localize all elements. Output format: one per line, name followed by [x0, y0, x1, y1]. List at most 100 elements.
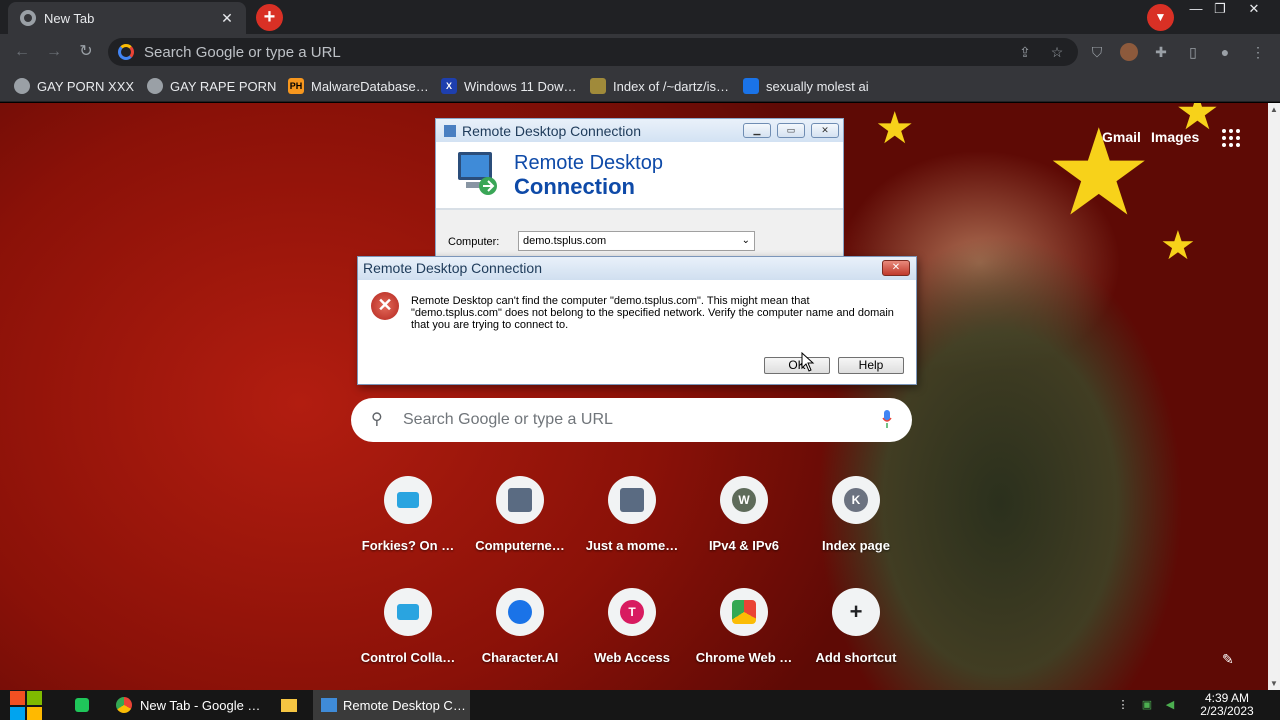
bookmark-label: GAY PORN XXX	[37, 78, 135, 94]
shortcut-tile[interactable]: K Index page	[800, 476, 912, 588]
shortcut-tile[interactable]: Forkies? On …	[352, 476, 464, 588]
taskbar-file-explorer[interactable]	[273, 690, 305, 720]
rdc-form: Computer: demo.tsplus.com ⌄	[436, 210, 843, 258]
x-icon: X	[441, 78, 457, 94]
shortcut-icon-circle	[720, 588, 768, 636]
mouse-cursor-icon	[801, 352, 815, 372]
help-button[interactable]: Help	[838, 357, 904, 374]
shortcut-tile[interactable]: Control Colla…	[352, 588, 464, 690]
error-dialog-close-button[interactable]: ✕	[882, 260, 910, 276]
shortcut-label: Character.AI	[481, 650, 559, 665]
bookmark-star-icon[interactable]: ☆	[1048, 43, 1066, 61]
taskbar-chrome[interactable]: New Tab - Google …	[108, 690, 265, 720]
taskbar-remote-desktop[interactable]: Remote Desktop C…	[313, 690, 470, 720]
share-icon[interactable]: ⇪	[1016, 43, 1034, 61]
gmail-link[interactable]: Gmail	[1102, 129, 1141, 145]
taskbar-clock[interactable]: 4:39 AM 2/23/2023	[1194, 692, 1260, 718]
rdc-maximize-button[interactable]: ▭	[777, 123, 805, 138]
shortcut-icon-circle	[608, 476, 656, 524]
address-input[interactable]	[144, 43, 1004, 61]
bookmark-item[interactable]: Index of /~dartz/is…	[590, 76, 729, 96]
add-icon: +	[849, 599, 863, 624]
search-input[interactable]	[403, 411, 863, 429]
computer-value: demo.tsplus.com	[523, 235, 607, 247]
chrome-icon	[116, 697, 132, 713]
shortcut-icon-circle	[384, 476, 432, 524]
rdc-banner: Remote Desktop Connection	[436, 142, 843, 210]
profile-icon[interactable]: ●	[1216, 43, 1234, 61]
tab-title: New Tab	[44, 10, 95, 26]
chevron-down-icon: ⌄	[741, 235, 750, 246]
tray-overflow-icon[interactable]: ⋮	[1116, 698, 1130, 712]
chat-app-icon[interactable]	[66, 690, 98, 720]
microphone-icon[interactable]	[882, 410, 892, 428]
tab-search-chevron-icon[interactable]: ▼	[1147, 4, 1174, 31]
address-bar[interactable]	[108, 38, 1078, 66]
bookmark-item[interactable]: PH MalwareDatabase…	[288, 76, 429, 96]
flag-star-icon: ★	[875, 104, 915, 153]
new-tab-button[interactable]: +	[256, 4, 283, 31]
side-panel-icon[interactable]: ▯	[1184, 43, 1202, 61]
bookmark-label: MalwareDatabase…	[311, 78, 429, 94]
error-dialog: Remote Desktop Connection ✕ ✕ Remote Des…	[357, 256, 917, 385]
bookmark-item[interactable]: sexually molest ai	[743, 76, 869, 96]
flag-star-icon: ★	[1160, 224, 1196, 268]
back-arrow-icon[interactable]: ←	[12, 42, 32, 62]
network-icon[interactable]: ▣	[1140, 698, 1154, 712]
character-ai-icon	[743, 78, 759, 94]
shortcut-icon-circle	[496, 588, 544, 636]
tab-new-tab[interactable]: New Tab ✕	[8, 2, 246, 34]
shortcut-label: Add shortcut	[815, 650, 897, 665]
images-link[interactable]: Images	[1151, 129, 1199, 145]
bookmark-item[interactable]: GAY PORN XXX	[14, 76, 134, 96]
forward-arrow-icon[interactable]: →	[44, 42, 64, 62]
close-window-button[interactable]: ✕	[1239, 0, 1269, 20]
t-letter-icon: T	[620, 600, 644, 624]
rdp-icon	[508, 488, 532, 512]
ok-button[interactable]: OK	[764, 357, 830, 374]
scroll-up-icon[interactable]: ▲	[1270, 105, 1278, 114]
shortcut-tile[interactable]: Just a mome…	[576, 476, 688, 588]
shortcut-icon-circle	[496, 476, 544, 524]
bookmark-label: Index of /~dartz/is…	[613, 78, 729, 94]
extensions-puzzle-icon[interactable]: ✚	[1152, 43, 1170, 61]
shortcut-label: Forkies? On …	[361, 538, 455, 553]
shortcut-label: Just a mome…	[585, 538, 679, 553]
error-x-icon: ✕	[371, 292, 399, 320]
shortcut-tile[interactable]: T Web Access	[576, 588, 688, 690]
shortcut-label: Computerne…	[475, 538, 565, 553]
tab-close-icon[interactable]: ✕	[218, 9, 236, 27]
shortcut-tile[interactable]: Computerne…	[464, 476, 576, 588]
taskbar-label: New Tab - Google …	[140, 697, 261, 713]
extension-shield-icon[interactable]: ⛉	[1088, 43, 1106, 61]
shortcut-tile[interactable]: W IPv4 & IPv6	[688, 476, 800, 588]
menu-kebab-icon[interactable]: ⋮	[1249, 43, 1267, 61]
rdc-minimize-button[interactable]: ▁	[743, 123, 771, 138]
computer-select[interactable]: demo.tsplus.com ⌄	[518, 231, 755, 251]
rdp-monitor-icon	[458, 152, 497, 195]
scroll-down-icon[interactable]: ▼	[1270, 679, 1278, 688]
google-search-box[interactable]: ⚲	[351, 398, 912, 442]
bookmark-item[interactable]: GAY RAPE PORN	[147, 76, 276, 96]
shortcut-tile[interactable]: + Add shortcut	[800, 588, 912, 690]
shortcut-icon-circle: K	[832, 476, 880, 524]
shortcut-tile[interactable]: Chrome Web …	[688, 588, 800, 690]
apps-grid-icon[interactable]	[1222, 129, 1240, 147]
restore-button[interactable]: ❐	[1205, 0, 1235, 20]
reload-icon[interactable]: ↻	[76, 42, 96, 62]
webstore-icon	[732, 600, 756, 624]
customize-pencil-icon[interactable]: ✎	[1222, 651, 1234, 668]
shortcut-label: IPv4 & IPv6	[708, 538, 780, 553]
bookmark-item[interactable]: X Windows 11 Dow…	[441, 76, 576, 96]
shortcut-tile[interactable]: Character.AI	[464, 588, 576, 690]
extension-avatar-icon[interactable]	[1120, 43, 1138, 61]
folder-icon	[281, 698, 297, 712]
rdc-close-button[interactable]: ✕	[811, 123, 839, 138]
rdc-window: Remote Desktop Connection ▁ ▭ ✕ Remote D…	[435, 118, 844, 258]
shortcut-label: Index page	[822, 538, 890, 553]
start-windows-icon[interactable]	[10, 690, 43, 720]
error-dialog-title[interactable]: Remote Desktop Connection	[358, 257, 916, 280]
volume-icon[interactable]: ◀	[1163, 698, 1177, 712]
page-scrollbar[interactable]: ▲ ▼	[1268, 103, 1280, 690]
bookmark-label: GAY RAPE PORN	[170, 78, 277, 94]
